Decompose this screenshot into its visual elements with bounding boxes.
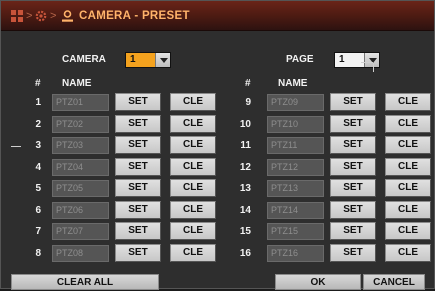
preset-number: 15	[239, 226, 251, 237]
ok-button[interactable]: OK	[275, 274, 361, 290]
preset-number: 7	[35, 226, 41, 237]
cle-button[interactable]: CLE	[170, 158, 216, 176]
preset-name-field[interactable]: PTZ01	[52, 94, 109, 111]
preset-name-field[interactable]: PTZ07	[52, 223, 109, 240]
page-select-value: 1	[339, 54, 345, 65]
preset-number: 10	[239, 119, 251, 130]
camera-label: CAMERA	[62, 54, 106, 65]
preset-name-field[interactable]: PTZ15	[267, 223, 324, 240]
cle-button[interactable]: CLE	[385, 93, 431, 111]
preset-name-field[interactable]: PTZ13	[267, 180, 324, 197]
set-button[interactable]: SET	[330, 136, 376, 154]
preset-number: 14	[239, 205, 251, 216]
set-button[interactable]: SET	[330, 244, 376, 262]
preset-number: 1	[35, 97, 41, 108]
preset-name-field[interactable]: PTZ11	[267, 137, 324, 154]
set-button[interactable]: SET	[115, 158, 161, 176]
preset-number: 8	[35, 248, 41, 259]
preset-name-field[interactable]: PTZ08	[52, 245, 109, 262]
gear-icon[interactable]	[35, 9, 47, 23]
preset-number: 4	[35, 162, 41, 173]
num-header-left: #	[35, 78, 41, 89]
preset-number: 13	[239, 183, 251, 194]
preset-name-field[interactable]: PTZ09	[267, 94, 324, 111]
cle-button[interactable]: CLE	[170, 93, 216, 111]
chevron-down-icon[interactable]	[155, 53, 170, 67]
cle-button[interactable]: CLE	[385, 201, 431, 219]
set-button[interactable]: SET	[115, 115, 161, 133]
preset-name-field[interactable]: PTZ12	[267, 159, 324, 176]
preset-name-field[interactable]: PTZ14	[267, 202, 324, 219]
preset-name-field[interactable]: PTZ03	[52, 137, 109, 154]
preset-name-field[interactable]: PTZ05	[52, 180, 109, 197]
grid-icon[interactable]	[11, 9, 23, 23]
preset-name-field[interactable]: PTZ02	[52, 116, 109, 133]
page-pointer-line	[361, 62, 373, 63]
set-button[interactable]: SET	[115, 222, 161, 240]
preset-name-field[interactable]: PTZ16	[267, 245, 324, 262]
preset-number: 11	[240, 140, 251, 151]
preset-name-field[interactable]: PTZ04	[52, 159, 109, 176]
preset-number: 12	[239, 162, 251, 173]
set-button[interactable]: SET	[115, 201, 161, 219]
chevron-down-icon[interactable]	[364, 53, 379, 67]
cle-button[interactable]: CLE	[170, 201, 216, 219]
page-label: PAGE	[286, 54, 314, 65]
preset-name-field[interactable]: PTZ10	[267, 116, 324, 133]
preset-window: > > CAMERA - PRESET CAMERA 1 PAGE 1 # NA…	[0, 0, 435, 290]
preset-number: 3	[35, 140, 41, 151]
preset-number: 16	[239, 248, 251, 259]
cle-button[interactable]: CLE	[385, 158, 431, 176]
set-button[interactable]: SET	[330, 179, 376, 197]
cle-button[interactable]: CLE	[385, 136, 431, 154]
num-header-right: #	[245, 78, 251, 89]
title-bar: > > CAMERA - PRESET	[1, 1, 434, 31]
cle-button[interactable]: CLE	[170, 136, 216, 154]
set-button[interactable]: SET	[330, 115, 376, 133]
camera-select-value: 1	[130, 54, 136, 65]
set-button[interactable]: SET	[115, 244, 161, 262]
name-header-right: NAME	[278, 78, 308, 89]
set-button[interactable]: SET	[330, 222, 376, 240]
set-button[interactable]: SET	[330, 93, 376, 111]
cle-button[interactable]: CLE	[385, 179, 431, 197]
preset-number: 2	[35, 119, 41, 130]
page-pointer-line	[373, 63, 374, 72]
set-button[interactable]: SET	[115, 136, 161, 154]
breadcrumb-separator: >	[26, 10, 33, 22]
preset-number: 6	[35, 205, 41, 216]
preset-number: 9	[245, 97, 251, 108]
camera-select[interactable]: 1	[125, 52, 171, 68]
cle-button[interactable]: CLE	[385, 222, 431, 240]
breadcrumb-separator: >	[50, 10, 57, 22]
cle-button[interactable]: CLE	[170, 244, 216, 262]
preset-name-field[interactable]: PTZ06	[52, 202, 109, 219]
cle-button[interactable]: CLE	[385, 244, 431, 262]
set-button[interactable]: SET	[330, 158, 376, 176]
cle-button[interactable]: CLE	[170, 179, 216, 197]
cle-button[interactable]: CLE	[170, 115, 216, 133]
set-button[interactable]: SET	[115, 93, 161, 111]
cle-button[interactable]: CLE	[170, 222, 216, 240]
window-title: CAMERA - PRESET	[79, 10, 190, 22]
name-header-left: NAME	[62, 78, 92, 89]
cle-button[interactable]: CLE	[385, 115, 431, 133]
user-icon[interactable]	[61, 9, 74, 23]
clear-all-button[interactable]: CLEAR ALL	[11, 274, 159, 290]
set-button[interactable]: SET	[115, 179, 161, 197]
cancel-button[interactable]: CANCEL	[363, 274, 425, 290]
preset-number: 5	[35, 183, 41, 194]
set-button[interactable]: SET	[330, 201, 376, 219]
